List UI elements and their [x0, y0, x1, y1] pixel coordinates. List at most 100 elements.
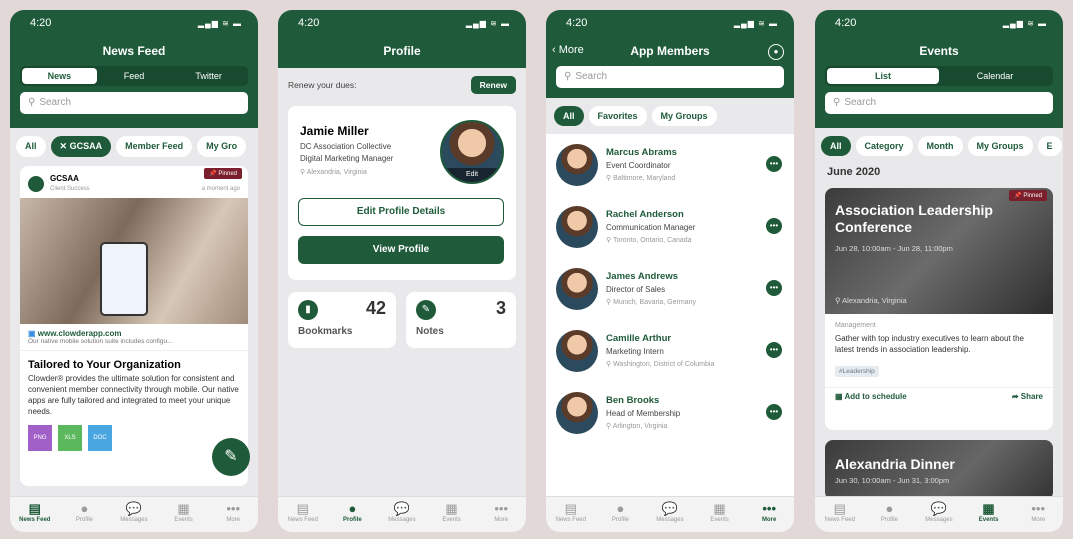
segment-news[interactable]: News [22, 68, 97, 84]
xls-file-icon[interactable]: XLS [58, 425, 82, 451]
share-button[interactable]: ➦ Share [1012, 392, 1043, 401]
segment-twitter[interactable]: Twitter [171, 68, 246, 84]
chip-month[interactable]: Month [917, 136, 963, 156]
profile-card: Jamie Miller DC Association Collective D… [288, 106, 516, 280]
chip-all[interactable]: All [821, 136, 851, 156]
profile-org: DC Association Collective [300, 142, 392, 151]
search-input[interactable]: ⚲ Search [20, 92, 248, 114]
notes-label: Notes [416, 326, 444, 337]
user-icon: ● [616, 501, 625, 516]
chat-bubble-icon[interactable]: ••• [766, 342, 782, 358]
tab-more[interactable]: ••• More [208, 497, 258, 532]
more-icon: ••• [762, 501, 776, 516]
chat-bubble-icon[interactable]: ••• [766, 404, 782, 420]
tab-messages[interactable]: 💬 Messages [377, 497, 427, 532]
post-time: a moment ago [201, 186, 240, 192]
chip-more[interactable]: E [1037, 136, 1062, 156]
event-image: 📌 Pinned Association Leadership Conferen… [825, 188, 1053, 314]
post-card[interactable]: GCSAA Client Success a moment ago 📌 Pinn… [20, 166, 248, 486]
tab-profile[interactable]: ● Profile [328, 497, 378, 532]
edit-profile-button[interactable]: Edit Profile Details [298, 198, 504, 226]
tab-bar: ▤ News Feed ● Profile 💬 Messages ▦ Events ••… [278, 496, 526, 532]
link-preview[interactable]: ▣ www.clowderapp.com Our native mobile s… [20, 324, 248, 351]
chip-all[interactable]: All [16, 136, 46, 157]
chip-my-groups[interactable]: My Groups [967, 136, 1033, 156]
tab-more[interactable]: ••• More [1013, 497, 1063, 532]
chip-all[interactable]: All [554, 106, 584, 126]
bookmarks-label: Bookmarks [298, 326, 353, 337]
event-title: Alexandria Dinner [835, 456, 955, 472]
calendar-icon: ▦ [445, 501, 458, 516]
event-card[interactable]: Alexandria Dinner Jun 30, 10:00am - Jun … [825, 440, 1053, 500]
chip-category[interactable]: Category [855, 136, 913, 156]
tab-more[interactable]: ••• More [476, 497, 526, 532]
notes-card[interactable]: ✎ 3 Notes [406, 292, 516, 348]
doc-file-icon[interactable]: DOC [88, 425, 112, 451]
tab-events[interactable]: ▦ Events [964, 497, 1014, 532]
tab-profile[interactable]: ● Profile [865, 497, 915, 532]
back-button[interactable]: ‹ More [552, 44, 584, 56]
tab-news-feed[interactable]: ▤ News Feed [546, 497, 596, 532]
chip-member-feed[interactable]: Member Feed [116, 136, 193, 157]
compose-button[interactable]: ✎ [212, 438, 250, 476]
profile-avatar[interactable]: Edit [440, 120, 504, 184]
search-input[interactable]: ⚲ Search [556, 66, 784, 88]
member-profile-icon[interactable]: ● [768, 44, 784, 60]
pencil-icon: ✎ [224, 448, 238, 465]
post-image [20, 198, 248, 324]
tab-messages[interactable]: 💬 Messages [109, 497, 159, 532]
chat-bubble-icon[interactable]: ••• [766, 218, 782, 234]
pinned-badge: 📌 Pinned [204, 168, 242, 179]
bookmark-icon: ▮ [298, 300, 318, 320]
tab-events[interactable]: ▦ Events [427, 497, 477, 532]
tab-profile[interactable]: ● Profile [596, 497, 646, 532]
list-item[interactable]: Ben Brooks Head of Membership ⚲ Arlington,… [546, 382, 794, 444]
chevron-left-icon: ‹ [552, 44, 559, 56]
png-file-icon[interactable]: PNG [28, 425, 52, 451]
signal-wifi-battery-icon: ▂▄▆ ≋ ▬ [1002, 18, 1047, 28]
avatar [556, 144, 598, 186]
add-to-schedule-button[interactable]: ▦ Add to schedule [835, 392, 907, 401]
view-profile-button[interactable]: View Profile [298, 236, 504, 264]
tab-messages[interactable]: 💬 Messages [645, 497, 695, 532]
list-item[interactable]: James Andrews Director of Sales ⚲ Munich, … [546, 258, 794, 320]
chip-my-groups[interactable]: My Groups [651, 106, 717, 126]
chat-bubble-icon[interactable]: ••• [766, 156, 782, 172]
header: 4:20 ▂▄▆ ≋ ▬ News Feed News Feed Twitter … [10, 10, 258, 128]
tab-news-feed[interactable]: ▤ News Feed [10, 497, 60, 532]
pin-icon: 📌 [209, 171, 219, 177]
list-item[interactable]: Camille Arthur Marketing Intern ⚲ Washingt… [546, 320, 794, 382]
page-title: Profile [383, 44, 421, 58]
event-tag[interactable]: #Leadership [835, 366, 879, 377]
list-item[interactable]: Marcus Abrams Event Coordinator ⚲ Baltimor… [546, 134, 794, 196]
renew-button[interactable]: Renew [470, 76, 516, 94]
tab-messages[interactable]: 💬 Messages [914, 497, 964, 532]
tab-more[interactable]: ••• More [744, 497, 794, 532]
list-item[interactable]: Rachel Anderson Communication Manager ⚲ To… [546, 196, 794, 258]
chat-icon: 💬 [661, 501, 679, 516]
chip-favorites[interactable]: Favorites [588, 106, 647, 126]
tab-events[interactable]: ▦ Events [159, 497, 209, 532]
newspaper-icon: ▤ [28, 501, 41, 516]
newspaper-icon: ▤ [833, 501, 846, 516]
tab-news-feed[interactable]: ▤ News Feed [815, 497, 865, 532]
pin-icon: 📌 [1014, 193, 1024, 199]
post-org: GCSAA [50, 174, 79, 183]
segment-calendar[interactable]: Calendar [939, 68, 1051, 84]
page-title: News Feed [102, 44, 166, 58]
more-icon: ••• [1031, 501, 1045, 516]
segment-feed[interactable]: Feed [97, 68, 172, 84]
bookmarks-card[interactable]: ▮ 42 Bookmarks [288, 292, 396, 348]
tab-news-feed[interactable]: ▤ News Feed [278, 497, 328, 532]
chip-gcsaa[interactable]: ✕ GCSAA [50, 136, 112, 157]
tab-events[interactable]: ▦ Events [695, 497, 745, 532]
chip-my-groups[interactable]: My Gro [197, 136, 247, 157]
search-input[interactable]: ⚲ Search [825, 92, 1053, 114]
event-card[interactable]: 📌 Pinned Association Leadership Conferen… [825, 188, 1053, 430]
tab-profile[interactable]: ● Profile [60, 497, 110, 532]
chat-bubble-icon[interactable]: ••• [766, 280, 782, 296]
segment-list[interactable]: List [827, 68, 939, 84]
phone-mockup-image [100, 242, 148, 316]
newspaper-icon: ▤ [296, 501, 309, 516]
signal-wifi-battery-icon: ▂▄▆ ≋ ▬ [733, 18, 778, 28]
